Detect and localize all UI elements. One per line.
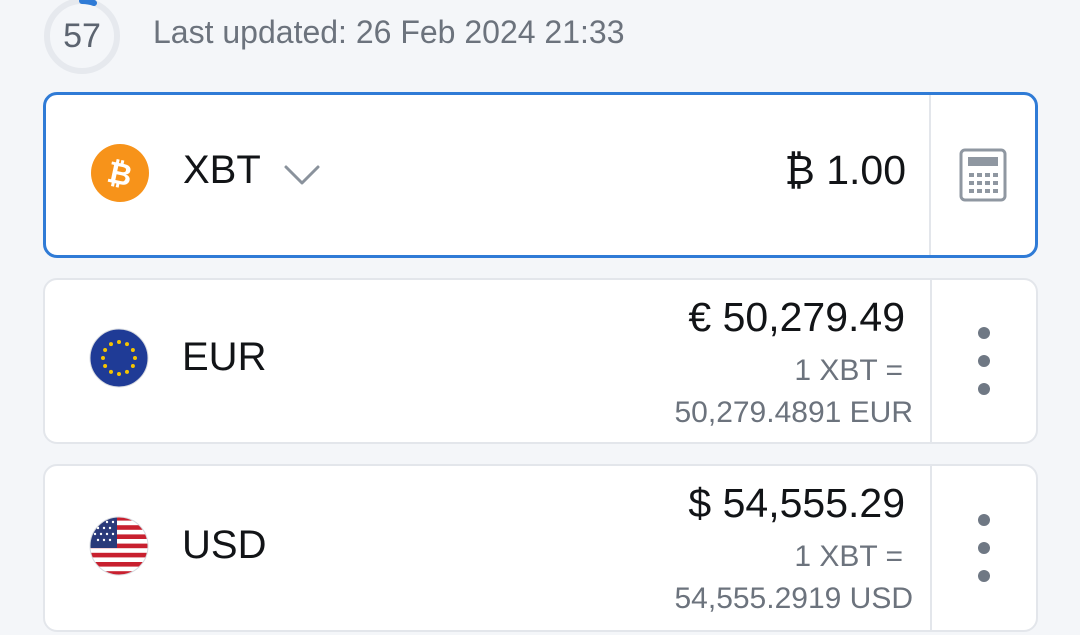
exchange-rate-line1: 1 XBT = [794,354,903,387]
exchange-rate-line2: 50,279.4891 EUR [674,396,913,429]
more-vertical-icon [977,514,991,582]
base-currency-main[interactable]: ₿ XBT ₿ 1.00 [46,95,936,255]
exchange-rate: 1 XBT = 50,279.4891 EUR [674,350,913,434]
refresh-countdown[interactable]: 57 [42,0,122,76]
currency-card-main[interactable]: EUR € 50,279.49 1 XBT = 50,279.4891 EUR [45,280,935,442]
eu-flag-icon [89,328,149,388]
exchange-rate-line2: 54,555.2919 USD [674,582,913,615]
base-currency-card[interactable]: ₿ XBT ₿ 1.00 [43,92,1038,258]
bitcoin-icon: ₿ [91,144,149,202]
exchange-rate: 1 XBT = 54,555.2919 USD [674,536,913,620]
base-amount-input[interactable]: ₿ 1.00 [784,147,906,194]
more-options-button[interactable] [930,466,1036,630]
calculator-button[interactable] [929,95,1035,255]
currency-card-usd[interactable]: USD $ 54,555.29 1 XBT = 54,555.2919 USD [43,464,1038,632]
currency-card-eur[interactable]: EUR € 50,279.49 1 XBT = 50,279.4891 EUR [43,278,1038,444]
countdown-value: 57 [63,17,101,55]
header-bar: 57 Last updated: 26 Feb 2024 21:33 [0,0,1080,80]
converted-amount[interactable]: € 50,279.49 [688,294,905,341]
more-vertical-icon [977,327,991,395]
chevron-down-icon[interactable] [282,163,322,187]
converted-amount[interactable]: $ 54,555.29 [688,480,905,527]
us-flag-icon [89,516,149,576]
currency-card-main[interactable]: USD $ 54,555.29 1 XBT = 54,555.2919 USD [45,466,935,630]
more-options-button[interactable] [930,280,1036,442]
exchange-rate-line1: 1 XBT = [794,540,903,573]
calculator-icon [959,148,1007,202]
currency-code: EUR [182,335,267,379]
base-currency-code: XBT [183,148,261,192]
last-updated-text: Last updated: 26 Feb 2024 21:33 [153,14,625,50]
currency-code: USD [182,523,267,567]
